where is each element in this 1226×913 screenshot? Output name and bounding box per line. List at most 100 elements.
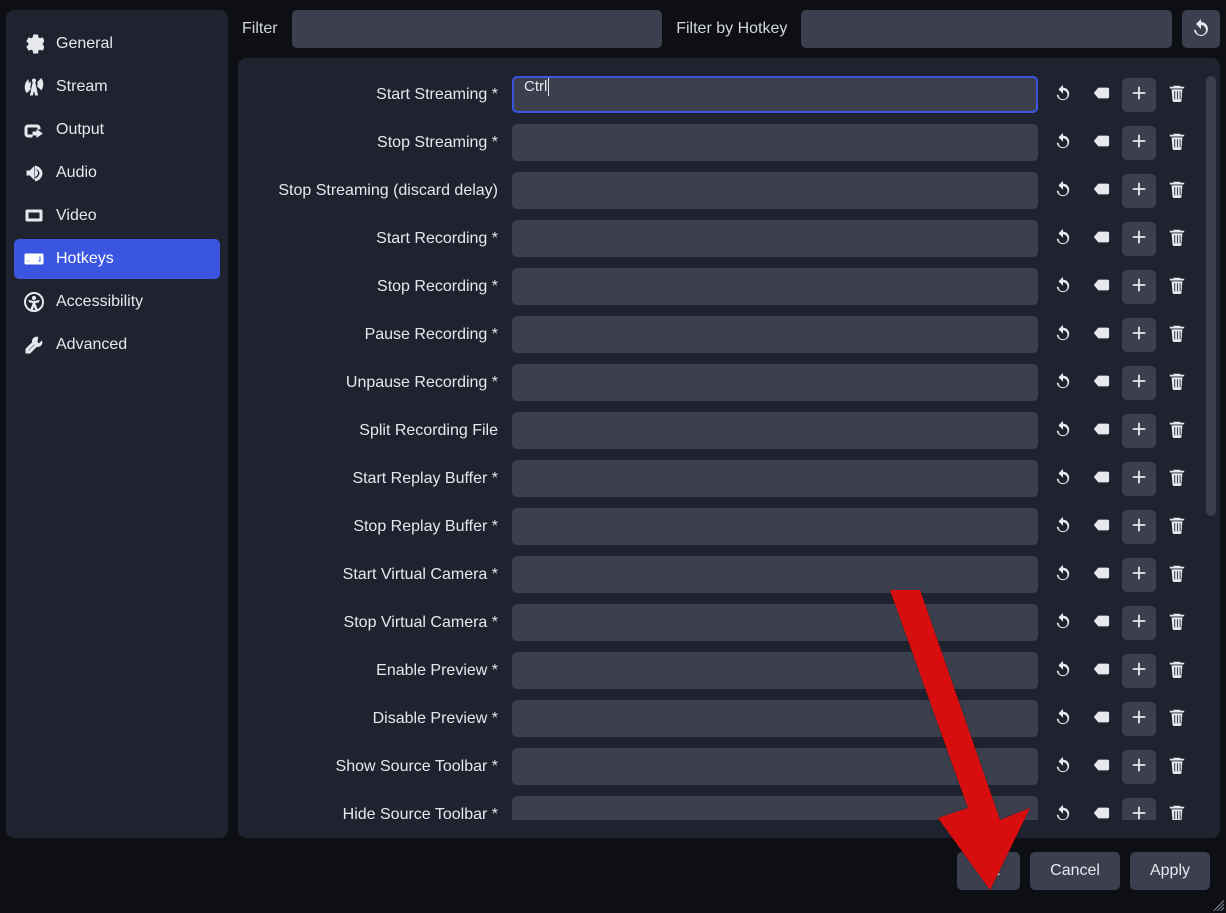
hotkey-clear-button[interactable]: [1084, 174, 1118, 208]
hotkey-delete-button[interactable]: [1160, 462, 1194, 496]
hotkey-add-button[interactable]: [1122, 750, 1156, 784]
hotkey-input[interactable]: [512, 364, 1038, 401]
hotkey-clear-button[interactable]: [1084, 798, 1118, 821]
hotkey-delete-button[interactable]: [1160, 606, 1194, 640]
hotkey-clear-button[interactable]: [1084, 366, 1118, 400]
hotkey-add-button[interactable]: [1122, 654, 1156, 688]
hotkey-undo-button[interactable]: [1046, 462, 1080, 496]
hotkey-delete-button[interactable]: [1160, 654, 1194, 688]
hotkey-add-button[interactable]: [1122, 126, 1156, 160]
hotkey-add-button[interactable]: [1122, 366, 1156, 400]
hotkey-undo-button[interactable]: [1046, 78, 1080, 112]
hotkey-input[interactable]: Ctrl: [512, 76, 1038, 113]
hotkey-input[interactable]: [512, 556, 1038, 593]
hotkey-undo-button[interactable]: [1046, 126, 1080, 160]
hotkey-input[interactable]: [512, 700, 1038, 737]
hotkey-input[interactable]: [512, 124, 1038, 161]
hotkey-clear-button[interactable]: [1084, 318, 1118, 352]
hotkey-delete-button[interactable]: [1160, 702, 1194, 736]
hotkey-clear-button[interactable]: [1084, 462, 1118, 496]
hotkey-undo-button[interactable]: [1046, 798, 1080, 821]
hotkey-clear-button[interactable]: [1084, 558, 1118, 592]
hotkey-undo-button[interactable]: [1046, 318, 1080, 352]
sidebar-item-general[interactable]: General: [14, 24, 220, 64]
hotkey-undo-button[interactable]: [1046, 654, 1080, 688]
hotkey-undo-button[interactable]: [1046, 606, 1080, 640]
hotkey-delete-button[interactable]: [1160, 270, 1194, 304]
hotkey-undo-button[interactable]: [1046, 510, 1080, 544]
trash-icon: [1168, 276, 1186, 297]
hotkey-input[interactable]: [512, 316, 1038, 353]
hotkey-input[interactable]: [512, 268, 1038, 305]
hotkey-add-button[interactable]: [1122, 174, 1156, 208]
hotkey-add-button[interactable]: [1122, 222, 1156, 256]
hotkey-add-button[interactable]: [1122, 798, 1156, 821]
hotkey-input[interactable]: [512, 748, 1038, 785]
hotkey-clear-button[interactable]: [1084, 750, 1118, 784]
hotkey-input[interactable]: [512, 220, 1038, 257]
sidebar-item-output[interactable]: Output: [14, 110, 220, 150]
backspace-icon: [1092, 468, 1110, 489]
ok-button[interactable]: OK: [957, 852, 1020, 890]
hotkey-row-buttons: [1046, 366, 1194, 400]
filter-text-input[interactable]: [292, 10, 663, 48]
filter-hotkey-input[interactable]: [801, 10, 1172, 48]
hotkey-clear-button[interactable]: [1084, 510, 1118, 544]
hotkey-clear-button[interactable]: [1084, 414, 1118, 448]
hotkey-add-button[interactable]: [1122, 510, 1156, 544]
sidebar-item-audio[interactable]: Audio: [14, 153, 220, 193]
hotkey-clear-button[interactable]: [1084, 126, 1118, 160]
hotkey-delete-button[interactable]: [1160, 126, 1194, 160]
sidebar-item-video[interactable]: Video: [14, 196, 220, 236]
sidebar-item-accessibility[interactable]: Accessibility: [14, 282, 220, 322]
hotkey-add-button[interactable]: [1122, 702, 1156, 736]
hotkey-undo-button[interactable]: [1046, 222, 1080, 256]
hotkey-delete-button[interactable]: [1160, 558, 1194, 592]
hotkey-input[interactable]: [512, 796, 1038, 820]
hotkey-clear-button[interactable]: [1084, 606, 1118, 640]
hotkey-add-button[interactable]: [1122, 270, 1156, 304]
hotkey-clear-button[interactable]: [1084, 702, 1118, 736]
hotkey-clear-button[interactable]: [1084, 270, 1118, 304]
hotkey-undo-button[interactable]: [1046, 702, 1080, 736]
hotkey-input[interactable]: [512, 508, 1038, 545]
hotkey-label: Start Streaming *: [256, 86, 504, 104]
hotkey-delete-button[interactable]: [1160, 798, 1194, 821]
hotkey-input[interactable]: [512, 172, 1038, 209]
hotkey-add-button[interactable]: [1122, 462, 1156, 496]
resize-grip[interactable]: [1210, 897, 1224, 911]
sidebar-item-stream[interactable]: Stream: [14, 67, 220, 107]
cancel-button[interactable]: Cancel: [1030, 852, 1120, 890]
hotkey-delete-button[interactable]: [1160, 366, 1194, 400]
hotkey-delete-button[interactable]: [1160, 222, 1194, 256]
hotkey-delete-button[interactable]: [1160, 318, 1194, 352]
sidebar-item-advanced[interactable]: Advanced: [14, 325, 220, 365]
filter-reset-button[interactable]: [1182, 10, 1220, 48]
hotkey-undo-button[interactable]: [1046, 366, 1080, 400]
hotkey-clear-button[interactable]: [1084, 222, 1118, 256]
hotkey-undo-button[interactable]: [1046, 270, 1080, 304]
hotkey-delete-button[interactable]: [1160, 510, 1194, 544]
hotkey-delete-button[interactable]: [1160, 78, 1194, 112]
hotkey-add-button[interactable]: [1122, 558, 1156, 592]
hotkey-clear-button[interactable]: [1084, 654, 1118, 688]
hotkey-clear-button[interactable]: [1084, 78, 1118, 112]
apply-button[interactable]: Apply: [1130, 852, 1210, 890]
hotkey-delete-button[interactable]: [1160, 174, 1194, 208]
hotkey-add-button[interactable]: [1122, 78, 1156, 112]
hotkey-input[interactable]: [512, 604, 1038, 641]
hotkey-input[interactable]: [512, 652, 1038, 689]
hotkey-undo-button[interactable]: [1046, 750, 1080, 784]
hotkey-delete-button[interactable]: [1160, 750, 1194, 784]
hotkey-undo-button[interactable]: [1046, 414, 1080, 448]
hotkey-undo-button[interactable]: [1046, 174, 1080, 208]
hotkey-input[interactable]: [512, 460, 1038, 497]
hotkey-input[interactable]: [512, 412, 1038, 449]
hotkey-add-button[interactable]: [1122, 414, 1156, 448]
hotkey-undo-button[interactable]: [1046, 558, 1080, 592]
hotkey-delete-button[interactable]: [1160, 414, 1194, 448]
panel-scrollbar[interactable]: [1206, 76, 1216, 516]
hotkey-add-button[interactable]: [1122, 318, 1156, 352]
sidebar-item-hotkeys[interactable]: Hotkeys: [14, 239, 220, 279]
hotkey-add-button[interactable]: [1122, 606, 1156, 640]
